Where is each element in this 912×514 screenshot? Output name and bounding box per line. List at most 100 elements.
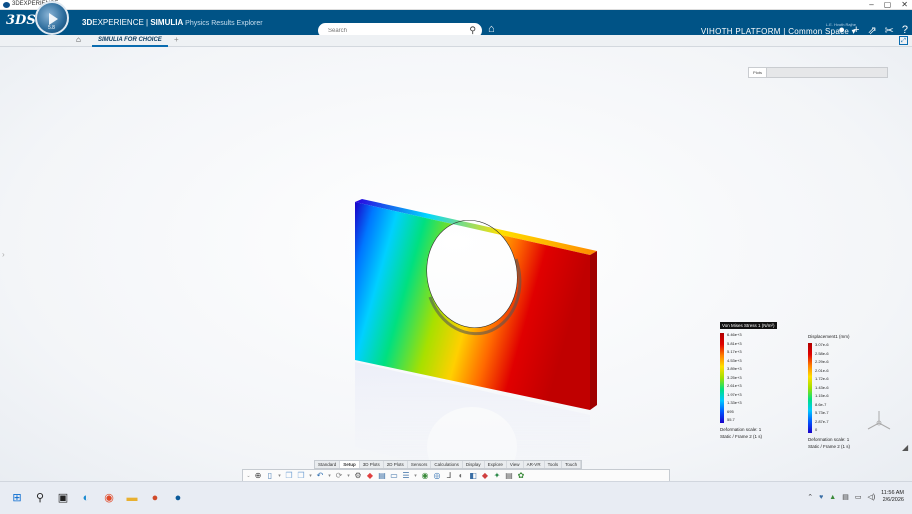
displacement-legend-value: 2.29e-6 [815,359,829,365]
displacement-legend-value: 0 [815,427,818,433]
displacement-legend-value: 2.87e-7 [815,418,829,424]
clock-time: 11:56 AM [881,490,904,496]
plots-panel[interactable]: Plots [748,67,888,78]
dropdown-icon[interactable]: ▾ [327,473,332,479]
deformation-scale-label: Deformation scale: 1 [720,427,762,432]
browser-icon[interactable]: ● [148,491,162,505]
probe-icon[interactable]: ◎ [432,471,442,481]
stress-legend-labels: 6.46e+3 5.81e+3 5.17e+3 4.53e+3 3.89e+3 … [727,332,742,423]
tab-view[interactable]: View [507,461,524,468]
clip-icon[interactable]: ◧ [468,471,478,481]
axis-icon[interactable]: ⅃ [444,471,454,481]
tab-standard[interactable]: Standard [315,461,341,468]
dropdown-icon[interactable]: ▾ [277,473,282,479]
tab-touch[interactable]: Touch [562,461,582,468]
tab-explore[interactable]: Explore [485,461,507,468]
app-name: Physics Results Explorer [183,20,263,27]
table-icon[interactable]: ▤ [377,471,387,481]
dropdown-icon[interactable]: ▾ [413,473,418,479]
plate-model[interactable] [340,147,610,514]
dropdown-icon[interactable]: ▾ [308,473,313,479]
clock[interactable]: 11:56 AM 2/6/2026 [881,490,904,504]
stress-color-bar [720,333,724,423]
stress-legend-footer: Deformation scale: 1 Static / Frame 2 (1… [720,426,777,440]
stress-legend-value: 695 [727,408,734,414]
chrome-icon[interactable]: ◉ [102,491,116,505]
tag-icon[interactable]: ⌂ [488,23,495,35]
displacement-legend-value: 3.07e-6 [815,342,829,347]
brand-prefix: 3D [82,18,93,27]
collapse-chevron-icon[interactable]: ⌄ [246,473,251,479]
tab-simulia-for-choice[interactable]: SIMULIA FOR CHOICE [92,35,168,47]
window-title-bar: 3DEXPERIENCE – ▢ ✕ [0,0,912,10]
copy-icon[interactable]: ❐ [284,471,294,481]
sensor-icon[interactable]: ◉ [420,471,430,481]
onedrive-icon[interactable]: ▲ [829,494,836,501]
update-icon[interactable]: ⟳ [334,471,344,481]
tab-display[interactable]: Display [463,461,485,468]
start-icon[interactable]: ⊞ [10,491,24,505]
displacement-legend-footer: Deformation scale: 1 Static / Frame 2 (1… [808,436,850,450]
displacement-legend-value: 2.58e-6 [815,350,829,356]
ds-logo[interactable]: 3DS [6,13,36,28]
network-icon[interactable]: ♥ [819,494,823,501]
paste-icon[interactable]: ❐ [296,471,306,481]
report-icon[interactable]: ▤ [504,471,514,481]
fullscreen-icon[interactable]: ⤢ [899,36,908,45]
3d-viewport[interactable]: Plots › Von Mises Stress 1 (N/m²) 6.46e+… [0,47,912,507]
plots-label: Plots [749,68,767,77]
chevron-up-icon[interactable]: ⌃ [807,493,813,501]
stress-legend-value: 5.81e+3 [727,340,742,346]
stress-legend[interactable]: Von Mises Stress 1 (N/m²) 6.46e+3 5.81e+… [720,322,777,440]
plot-icon[interactable]: ◆ [365,471,375,481]
home-icon[interactable]: ⌂ [76,35,81,44]
tab-calculations[interactable]: Calculations [431,461,463,468]
left-panel-arrow-icon[interactable]: › [2,250,5,259]
displacement-legend[interactable]: Displacement1 (mm) 3.07e-6 2.58e-6 2.29e… [808,334,850,450]
tab-tools[interactable]: Tools [545,461,563,468]
add-tab-button[interactable]: + [174,35,179,44]
animation-icon[interactable]: ✦ [492,471,502,481]
tab-setup[interactable]: Setup [340,461,360,468]
gear-icon[interactable]: ⚙ [353,471,363,481]
maximize-button[interactable]: ▢ [884,0,892,10]
compass-button[interactable]: 5.8 [35,1,69,35]
user-area[interactable]: L.E. Hvoth Rajhe VIHOTH PLATFORM | Commo… [701,22,856,36]
volume-icon[interactable]: ◁) [867,493,875,501]
stress-legend-value: 4.53e+3 [727,357,742,363]
brand-experience: EXPERIENCE [92,18,144,27]
minimize-button[interactable]: – [869,0,873,10]
3dexperience-icon[interactable]: ● [171,491,185,505]
stress-legend-scale: 6.46e+3 5.81e+3 5.17e+3 4.53e+3 3.89e+3 … [720,332,777,423]
app-icon [3,2,10,8]
task-view-icon[interactable]: ▣ [56,491,70,505]
search-icon[interactable]: ⚲ [33,491,47,505]
taskbar-icons: ⊞ ⚲ ▣ ◐ ◉ ▬ ● ● [10,491,185,505]
frame-label: Static / Frame 2 (1 s) [808,444,851,449]
edge-icon[interactable]: ◐ [79,491,93,505]
undo-icon[interactable]: ↶ [315,471,325,481]
file-explorer-icon[interactable]: ▬ [125,491,139,505]
tab-3d-plots[interactable]: 3D Plots [360,461,384,468]
tab-ar-vr[interactable]: AR-VR [524,461,545,468]
deform-icon[interactable]: ◆ [480,471,490,481]
tab-sensors[interactable]: Sensors [408,461,432,468]
book-icon[interactable]: ▯ [265,471,275,481]
section-icon[interactable]: ◐ [456,471,466,481]
displacement-legend-value: 1.43e-6 [815,384,829,390]
list-icon[interactable]: ☰ [401,471,411,481]
close-button[interactable]: ✕ [901,0,908,10]
display-icon[interactable]: ▭ [855,493,862,501]
right-panel-arrow-icon[interactable]: ◢ [902,443,908,452]
export-icon[interactable]: ✿ [516,471,526,481]
system-tray: ⌃ ♥ ▲ ▤ ▭ ◁) 11:56 AM 2/6/2026 [807,490,904,504]
keyboard-icon[interactable]: ▤ [842,493,849,501]
displacement-legend-value: 1.15e-6 [815,393,829,399]
window-controls: – ▢ ✕ [869,0,908,10]
dropdown-icon[interactable]: ▾ [346,473,351,479]
displacement-legend-value: 2.01e-6 [815,367,829,373]
monitor-icon[interactable]: ▭ [389,471,399,481]
tab-2d-plots[interactable]: 2D Plots [384,461,408,468]
axis-triad-icon[interactable] [866,409,892,433]
zoom-icon[interactable]: ⊕ [253,471,263,481]
